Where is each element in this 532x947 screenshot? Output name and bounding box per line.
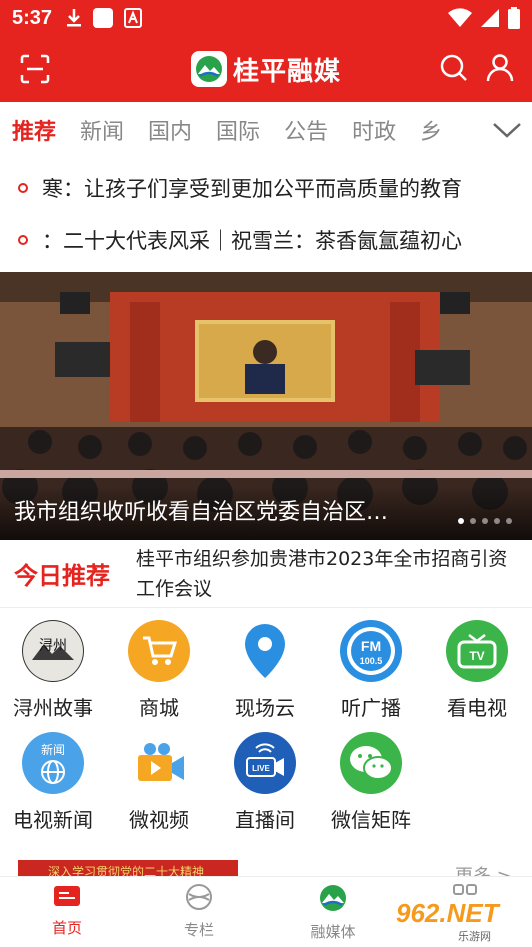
service-item-live-cloud[interactable]: 现场云 <box>212 620 318 721</box>
service-item-radio[interactable]: FM 100.5 听广播 <box>318 620 424 721</box>
carousel-dot <box>482 518 488 524</box>
service-label: 电视新闻 <box>13 808 93 832</box>
watermark-subtext: 乐游网 <box>458 930 491 943</box>
xunzhou-story-icon: 浔州 <box>22 620 84 682</box>
status-bar: 5:37 <box>0 0 532 36</box>
shopping-cart-icon <box>128 620 190 682</box>
headline-item[interactable]: 寒：让孩子们享受到更加公平而高质量的教育 <box>0 166 532 210</box>
today-recommend-label: 今日推荐 <box>14 562 110 590</box>
tv-icon: TV <box>446 620 508 682</box>
column-icon <box>186 884 212 910</box>
nav-label: 融媒体 <box>310 923 356 941</box>
carousel-dot <box>506 518 512 524</box>
app-notification-icon <box>93 8 114 28</box>
service-label: 微视频 <box>129 808 189 832</box>
today-recommend[interactable]: 今日推荐 桂平市组织参加贵港市2023年全市招商引资工作会议 <box>0 540 532 608</box>
watermark-text: 962.NET <box>396 898 499 928</box>
download-icon <box>67 9 82 27</box>
today-recommend-text: 桂平市组织参加贵港市2023年全市招商引资工作会议 <box>136 547 508 600</box>
search-icon[interactable] <box>440 54 468 82</box>
nav-column[interactable]: 专栏 <box>154 883 244 940</box>
wifi-icon <box>448 8 472 27</box>
a-notification-icon <box>124 8 143 28</box>
carousel-dot <box>458 518 464 524</box>
category-tabs: 推荐 新闻 国内 国际 公告 时政 乡 <box>0 102 532 158</box>
tab-recommend[interactable]: 推荐 <box>12 114 56 146</box>
scan-icon[interactable] <box>20 54 50 84</box>
nav-media[interactable]: 融媒体 <box>288 883 378 942</box>
news-badge-text: 新闻 <box>41 742 65 757</box>
tab-news[interactable]: 新闻 <box>80 114 124 146</box>
battery-icon <box>508 7 520 29</box>
app-header: 桂平融媒 <box>0 36 532 102</box>
brand: 桂平融媒 <box>190 51 341 88</box>
carousel-dot <box>494 518 500 524</box>
news-globe-icon: 新闻 <box>22 732 84 794</box>
service-item-mall[interactable]: 商城 <box>106 620 212 721</box>
service-label: 商城 <box>139 696 179 720</box>
status-icons <box>66 7 143 29</box>
live-camera-icon: LIVE <box>234 732 296 794</box>
service-item-tv[interactable]: TV 看电视 <box>424 620 530 721</box>
tab-announcement[interactable]: 公告 <box>284 114 328 146</box>
tab-politics[interactable]: 时政 <box>352 114 396 146</box>
service-label: 看电视 <box>447 696 507 720</box>
tab-village[interactable]: 乡 <box>420 114 442 146</box>
service-label: 浔州故事 <box>13 696 93 720</box>
app-title: 桂平融媒 <box>232 56 341 87</box>
bullet-icon <box>18 183 28 193</box>
status-time: 5:37 <box>12 6 53 29</box>
signal-icon <box>481 9 499 27</box>
live-text: LIVE <box>252 764 270 773</box>
carousel-dot <box>470 518 476 524</box>
site-watermark: 962.NET 乐游网 <box>396 890 526 943</box>
media-icon <box>320 885 346 911</box>
nav-label: 专栏 <box>183 921 214 939</box>
service-label: 现场云 <box>235 696 295 720</box>
service-item-wechat[interactable]: 微信矩阵 <box>318 732 424 833</box>
service-label: 微信矩阵 <box>331 808 411 832</box>
fm-text: FM <box>361 638 381 654</box>
service-label: 听广播 <box>341 696 401 720</box>
bullet-icon <box>18 235 28 245</box>
tv-text: TV <box>469 649 484 663</box>
chevron-down-icon[interactable] <box>492 116 522 144</box>
video-camera-icon <box>128 732 190 794</box>
svg-text:浔州: 浔州 <box>39 638 67 654</box>
tab-domestic[interactable]: 国内 <box>148 114 192 146</box>
news-banner[interactable]: 我市组织收听收看自治区党委自治区… <box>0 272 532 540</box>
headline-text: ：二十大代表风采｜祝雪兰：茶香氤氲蕴初心 <box>42 229 462 253</box>
service-label: 直播间 <box>235 808 295 832</box>
service-item-xunzhou-story[interactable]: 浔州 浔州故事 <box>0 620 106 721</box>
home-icon <box>54 886 80 906</box>
tab-international[interactable]: 国际 <box>216 114 260 146</box>
headline-item[interactable]: ：二十大代表风采｜祝雪兰：茶香氤氲蕴初心 <box>0 218 532 262</box>
location-pin-icon <box>234 620 296 682</box>
nav-label: 首页 <box>51 919 82 937</box>
service-item-live-room[interactable]: LIVE 直播间 <box>212 732 318 833</box>
service-item-micro-video[interactable]: 微视频 <box>106 732 212 833</box>
user-icon[interactable] <box>486 54 514 82</box>
carousel-indicator <box>458 518 512 524</box>
headline-text: 寒：让孩子们享受到更加公平而高质量的教育 <box>42 177 462 201</box>
fm-frequency: 100.5 <box>360 656 383 666</box>
app-logo-icon <box>190 51 227 87</box>
wechat-icon <box>340 732 402 794</box>
tabs-fade <box>448 102 488 158</box>
fm-radio-icon: FM 100.5 <box>340 620 402 682</box>
service-item-tv-news[interactable]: 新闻 电视新闻 <box>0 732 106 833</box>
banner-caption: 我市组织收听收看自治区党委自治区… <box>0 486 532 540</box>
status-right-icons <box>448 7 520 29</box>
nav-home[interactable]: 首页 <box>22 883 112 938</box>
